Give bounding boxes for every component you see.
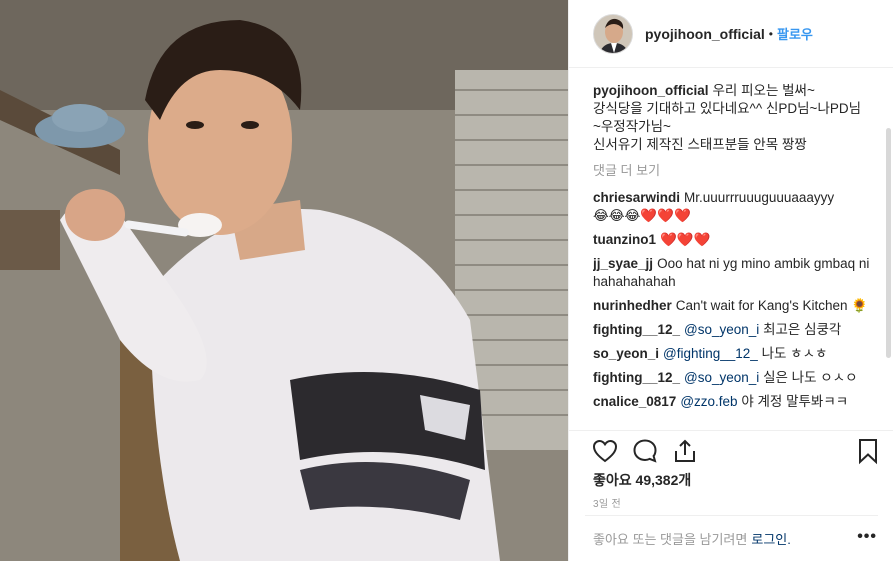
post-timestamp[interactable]: 3일 전 [593,495,621,510]
login-link[interactable]: 로그인. [751,529,791,548]
header-username[interactable]: pyojihoon_official [645,26,765,42]
comment-username[interactable]: chriesarwindi [593,190,680,205]
comment-mention[interactable]: @so_yeon_i [684,370,759,385]
comment-item: cnalice_0817 @zzo.feb 야 계정 말투봐ㅋㅋ [593,393,883,411]
comment-username[interactable]: so_yeon_i [593,346,659,361]
caption-line-3: ~우정작가님~ [593,119,671,134]
post-header: pyojihoon_official • 팔로우 [569,0,893,68]
caption-line-4: 신서유기 제작진 스태프분들 안목 짱짱 [593,137,807,152]
comment-item: jj_syae_jj Ooo hat ni yg mino ambik gmbaq… [593,255,883,291]
comment-mention[interactable]: @fighting__12_ [663,346,758,361]
comment-text: 최고은 심쿵각 [763,322,842,337]
comment-username[interactable]: tuanzino1 [593,232,656,247]
follow-button[interactable]: 팔로우 [777,24,813,43]
avatar-image [594,14,632,53]
comment-text: 야 계정 말투봐ㅋㅋ [741,394,849,409]
comment-username[interactable]: cnalice_0817 [593,394,676,409]
login-prompt-text: 좋아요 또는 댓글을 남기려면 [593,532,748,547]
photo-illustration [0,0,568,561]
more-options-button[interactable]: ••• [857,528,877,546]
comment-icon[interactable] [631,437,659,465]
likes-count[interactable]: 좋아요 49,382개 [593,470,691,490]
comment-username[interactable]: fighting__12_ [593,322,680,337]
bookmark-icon[interactable] [854,437,882,465]
comment-username[interactable]: fighting__12_ [593,370,680,385]
post-caption: pyojihoon_official 우리 피오는 벌써~ 강식당을 기대하고 있… [593,82,883,154]
login-prompt: 좋아요 또는 댓글을 남기려면 로그인. [585,515,878,561]
comments-scrollbar[interactable] [886,128,891,358]
caption-line-1: 우리 피오는 벌써~ [712,83,815,98]
comment-text: Can't wait for Kang's Kitchen 🌻 [675,298,869,313]
comment-text: 실은 나도 ㅇㅅㅇ [763,370,858,385]
caption-line-2: 강식당을 기대하고 있다네요^^ 신PD님~나PD님 [593,101,862,116]
comment-mention[interactable]: @so_yeon_i [684,322,759,337]
view-all-comments-link[interactable]: 댓글 더 보기 [593,160,883,179]
action-bar [569,430,893,468]
separator-dot: • [768,26,773,41]
comment-item: so_yeon_i @fighting__12_ 나도 ㅎㅅㅎ [593,345,883,363]
comment-item: fighting__12_ @so_yeon_i 최고은 심쿵각 [593,321,883,339]
comment-text: Mr.uuurrruuuguuuaaayyy [684,190,835,205]
avatar[interactable] [593,13,633,54]
comment-text: ❤️❤️❤️ [660,232,711,247]
comment-item: fighting__12_ @so_yeon_i 실은 나도 ㅇㅅㅇ [593,369,883,387]
comment-item: chriesarwindi Mr.uuurrruuuguuuaaayyy 😂😂😂❤… [593,189,883,225]
comment-username[interactable]: jj_syae_jj [593,256,653,271]
heart-icon[interactable] [591,437,619,465]
comment-list: pyojihoon_official 우리 피오는 벌써~ 강식당을 기대하고 있… [593,82,883,430]
comment-username[interactable]: nurinhedher [593,298,672,313]
comment-item: tuanzino1 ❤️❤️❤️ [593,231,883,249]
comment-emoji: 😂😂😂❤️❤️❤️ [593,208,691,223]
caption-username[interactable]: pyojihoon_official [593,83,709,98]
comment-text: 나도 ㅎㅅㅎ [761,346,828,361]
comment-mention[interactable]: @zzo.feb [680,394,737,409]
share-icon[interactable] [671,437,699,465]
post-photo[interactable] [0,0,568,561]
post-sidebar: pyojihoon_official • 팔로우 pyojihoon_offic… [568,0,893,561]
comment-item: nurinhedher Can't wait for Kang's Kitchen… [593,297,883,315]
